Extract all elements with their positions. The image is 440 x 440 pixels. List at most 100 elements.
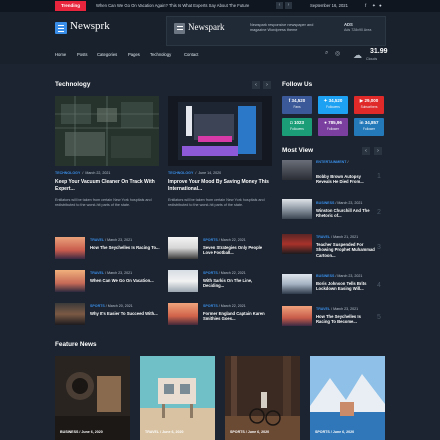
- post-date: June 6, 2020: [162, 430, 184, 434]
- category-label[interactable]: ENTERTAINMENT: [316, 160, 346, 164]
- post-date: March 22, 2021: [220, 271, 246, 275]
- nav-posts[interactable]: Posts: [77, 52, 87, 57]
- category-label[interactable]: TECHNOLOGY: [168, 171, 193, 175]
- category-label[interactable]: BUSINESS: [316, 201, 334, 205]
- thumb-sunset[interactable]: [55, 270, 85, 292]
- category-label[interactable]: SPORTS: [203, 238, 218, 242]
- circuit-board-image: [55, 96, 159, 166]
- category-label[interactable]: TRAVEL: [90, 271, 104, 275]
- ad-logo: Newspark: [188, 22, 225, 32]
- nav-technology[interactable]: Technology: [150, 52, 171, 57]
- follow-count: 34,857: [364, 120, 379, 125]
- feature-card-4[interactable]: [310, 356, 385, 440]
- category-label[interactable]: SPORTS: [203, 304, 218, 308]
- list-title[interactable]: How The Seychelles Is Racing To...: [90, 245, 160, 250]
- category-label[interactable]: SPORTS: [315, 430, 330, 434]
- follow-label: Fans: [293, 105, 301, 109]
- mv-title[interactable]: Boris Johnson Tells Brits Lockdown Easin…: [316, 281, 376, 292]
- mv-title[interactable]: Winston Churchill And The Rhetoric of...: [316, 208, 376, 219]
- most-view-next-button[interactable]: ›: [374, 147, 382, 155]
- list-title[interactable]: Why It's Easier To Succeed With...: [90, 311, 160, 316]
- mv-thumb[interactable]: [282, 160, 312, 180]
- nav-categories[interactable]: Categories: [97, 52, 117, 57]
- instagram-follow-tile[interactable]: ◘ 1023 Followers: [282, 118, 312, 136]
- nav-home[interactable]: Home: [55, 52, 66, 57]
- category-label[interactable]: TRAVEL: [90, 238, 104, 242]
- mv-title[interactable]: How The Seychelles Is Racing To Become..…: [316, 314, 376, 325]
- pinterest-icon[interactable]: ●: [379, 3, 382, 8]
- feature-card-3[interactable]: [225, 356, 300, 440]
- thumb-billboard[interactable]: [168, 237, 198, 259]
- list-meta: SPORTS / March 22, 2021: [203, 304, 246, 308]
- ticker-next-button[interactable]: ›: [285, 2, 292, 9]
- thumb-sunset[interactable]: [55, 237, 85, 259]
- mv-title[interactable]: Teacher Suspended For Showing Prophet Mu…: [316, 242, 376, 258]
- thumb-dog[interactable]: [55, 303, 85, 325]
- mv-thumb[interactable]: [282, 306, 312, 326]
- category-label[interactable]: SPORTS: [90, 304, 105, 308]
- feature-meta: SPORTS / June 6, 2020: [315, 430, 355, 434]
- youtube-follow-tile[interactable]: ▶ 29,000 Subscribers: [354, 96, 384, 114]
- twitter-follow-tile[interactable]: ✦ 34,520 Followers: [318, 96, 348, 114]
- mv-meta: BUSINESS / March 23, 2021: [316, 201, 363, 205]
- mv-thumb[interactable]: [282, 234, 312, 254]
- post-date: March 23, 2021: [337, 201, 363, 205]
- featured-meta-1: TECHNOLOGY / March 22, 2021: [55, 171, 111, 175]
- featured-title-2[interactable]: Improve Your Mood By Saving Money This I…: [168, 179, 272, 192]
- most-view-prev-button[interactable]: ‹: [362, 147, 370, 155]
- trending-ticker[interactable]: When Can We Go On Vacation Again? This I…: [96, 1, 249, 11]
- list-meta: SPORTS / March 22, 2021: [203, 271, 246, 275]
- facebook-icon[interactable]: f: [365, 3, 366, 8]
- twitter-icon[interactable]: ✦: [372, 3, 376, 9]
- featured-image-2[interactable]: [168, 96, 272, 166]
- technology-title: Technology: [55, 81, 91, 88]
- thumb-sunset[interactable]: [168, 303, 198, 325]
- nav-pages[interactable]: Pages: [128, 52, 140, 57]
- site-logo[interactable]: Newsprk: [70, 20, 110, 32]
- list-title[interactable]: With Sarkis On The Line, Deciding...: [203, 278, 273, 289]
- list-meta: TRAVEL / March 23, 2021: [90, 238, 133, 242]
- category-label[interactable]: TRAVEL: [316, 307, 330, 311]
- category-label[interactable]: SPORTS: [230, 430, 245, 434]
- category-label[interactable]: BUSINESS: [60, 430, 78, 434]
- search-icon[interactable]: ⌕: [325, 50, 328, 57]
- settings-icon[interactable]: ◎: [335, 50, 340, 57]
- follow-count: 785,96: [328, 120, 342, 125]
- technology-next-button[interactable]: ›: [263, 81, 271, 89]
- category-label[interactable]: TECHNOLOGY: [55, 171, 80, 175]
- featured-image-1[interactable]: [55, 96, 159, 166]
- camera-image: [55, 356, 130, 440]
- mv-meta: TRAVEL / March 21, 2021: [316, 235, 359, 239]
- logo-icon[interactable]: [55, 22, 67, 34]
- feature-card-2[interactable]: [140, 356, 215, 440]
- post-date: March 23, 2021: [107, 271, 133, 275]
- linkedin-follow-tile[interactable]: in 34,857 Follower: [354, 118, 384, 136]
- featured-meta-2: TECHNOLOGY / June 14, 2020: [168, 171, 222, 175]
- mv-meta: ENTERTAINMENT /: [316, 160, 349, 164]
- mv-thumb[interactable]: [282, 199, 312, 219]
- list-title[interactable]: Seven Strategies Only People Love Footba…: [203, 245, 273, 256]
- category-label[interactable]: BUSINESS: [316, 274, 334, 278]
- pinterest-follow-tile[interactable]: ● 785,96 Follower: [318, 118, 348, 136]
- facebook-follow-tile[interactable]: f 34,520 Fans: [282, 96, 312, 114]
- category-label[interactable]: TRAVEL: [316, 235, 330, 239]
- nav-contact[interactable]: Contact: [184, 52, 198, 57]
- ticker-prev-button[interactable]: ‹: [276, 2, 283, 9]
- technology-prev-button[interactable]: ‹: [252, 81, 260, 89]
- feature-card-1[interactable]: [55, 356, 130, 440]
- mv-thumb[interactable]: [282, 274, 312, 294]
- thumb-skier[interactable]: [168, 270, 198, 292]
- top-bar: Trending When Can We Go On Vacation Agai…: [0, 0, 440, 12]
- category-label[interactable]: TRAVEL: [145, 430, 159, 434]
- weather-label: Clouds: [366, 57, 378, 61]
- mountain-lake-image: [310, 356, 385, 440]
- follow-count: 29,000: [364, 98, 379, 103]
- mv-title[interactable]: Bobby Brown Autopsy Reveals He Died From…: [316, 174, 376, 185]
- follow-count: 34,520: [328, 98, 343, 103]
- cloud-icon: ☁: [353, 50, 362, 60]
- featured-title-1[interactable]: Keep Your Vacuum Cleaner On Track With E…: [55, 179, 159, 192]
- list-title[interactable]: When Can We Go On Vacation...: [90, 278, 160, 283]
- list-title[interactable]: Former England Captain Karen Smithies Go…: [203, 311, 273, 322]
- category-label[interactable]: SPORTS: [203, 271, 218, 275]
- trending-badge: Trending: [55, 1, 86, 11]
